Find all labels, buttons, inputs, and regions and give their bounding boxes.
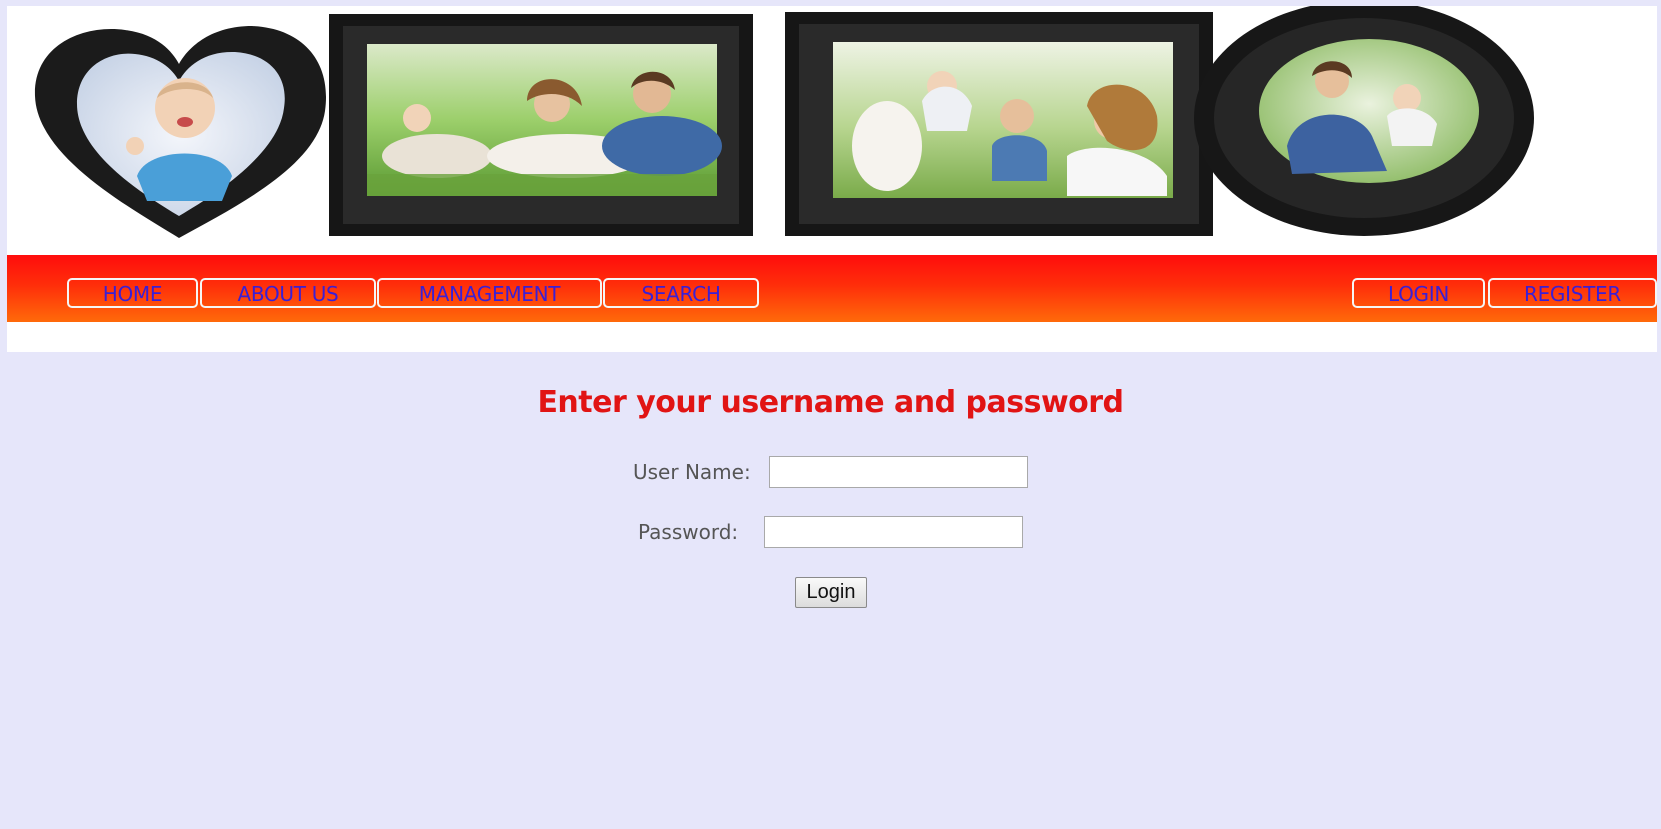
page: HOME ABOUT US MANAGEMENT SEARCH LOGIN RE… — [0, 0, 1661, 829]
password-input[interactable] — [764, 516, 1023, 548]
rectangle-frame-2 — [785, 12, 1213, 236]
header-banner — [7, 6, 1657, 255]
oval-frame — [1194, 6, 1534, 236]
nav-bottom-strip — [7, 322, 1657, 352]
rectangle-frame-1 — [329, 14, 753, 236]
nav-register-button[interactable]: REGISTER — [1488, 278, 1657, 308]
main-nav-bar: HOME ABOUT US MANAGEMENT SEARCH LOGIN RE… — [7, 255, 1657, 322]
nav-login-button[interactable]: LOGIN — [1352, 278, 1485, 308]
username-label: User Name: — [633, 460, 751, 484]
nav-search-button[interactable]: SEARCH — [603, 278, 759, 308]
heart-frame — [34, 26, 327, 238]
login-submit-button[interactable]: Login — [795, 577, 867, 608]
nav-management-button[interactable]: MANAGEMENT — [377, 278, 602, 308]
nav-home-button[interactable]: HOME — [67, 278, 198, 308]
nav-about-us-button[interactable]: ABOUT US — [200, 278, 376, 308]
password-label: Password: — [638, 520, 739, 544]
username-input[interactable] — [769, 456, 1028, 488]
photo-frames-banner-image — [34, 6, 1534, 238]
login-form-title: Enter your username and password — [537, 385, 1124, 420]
